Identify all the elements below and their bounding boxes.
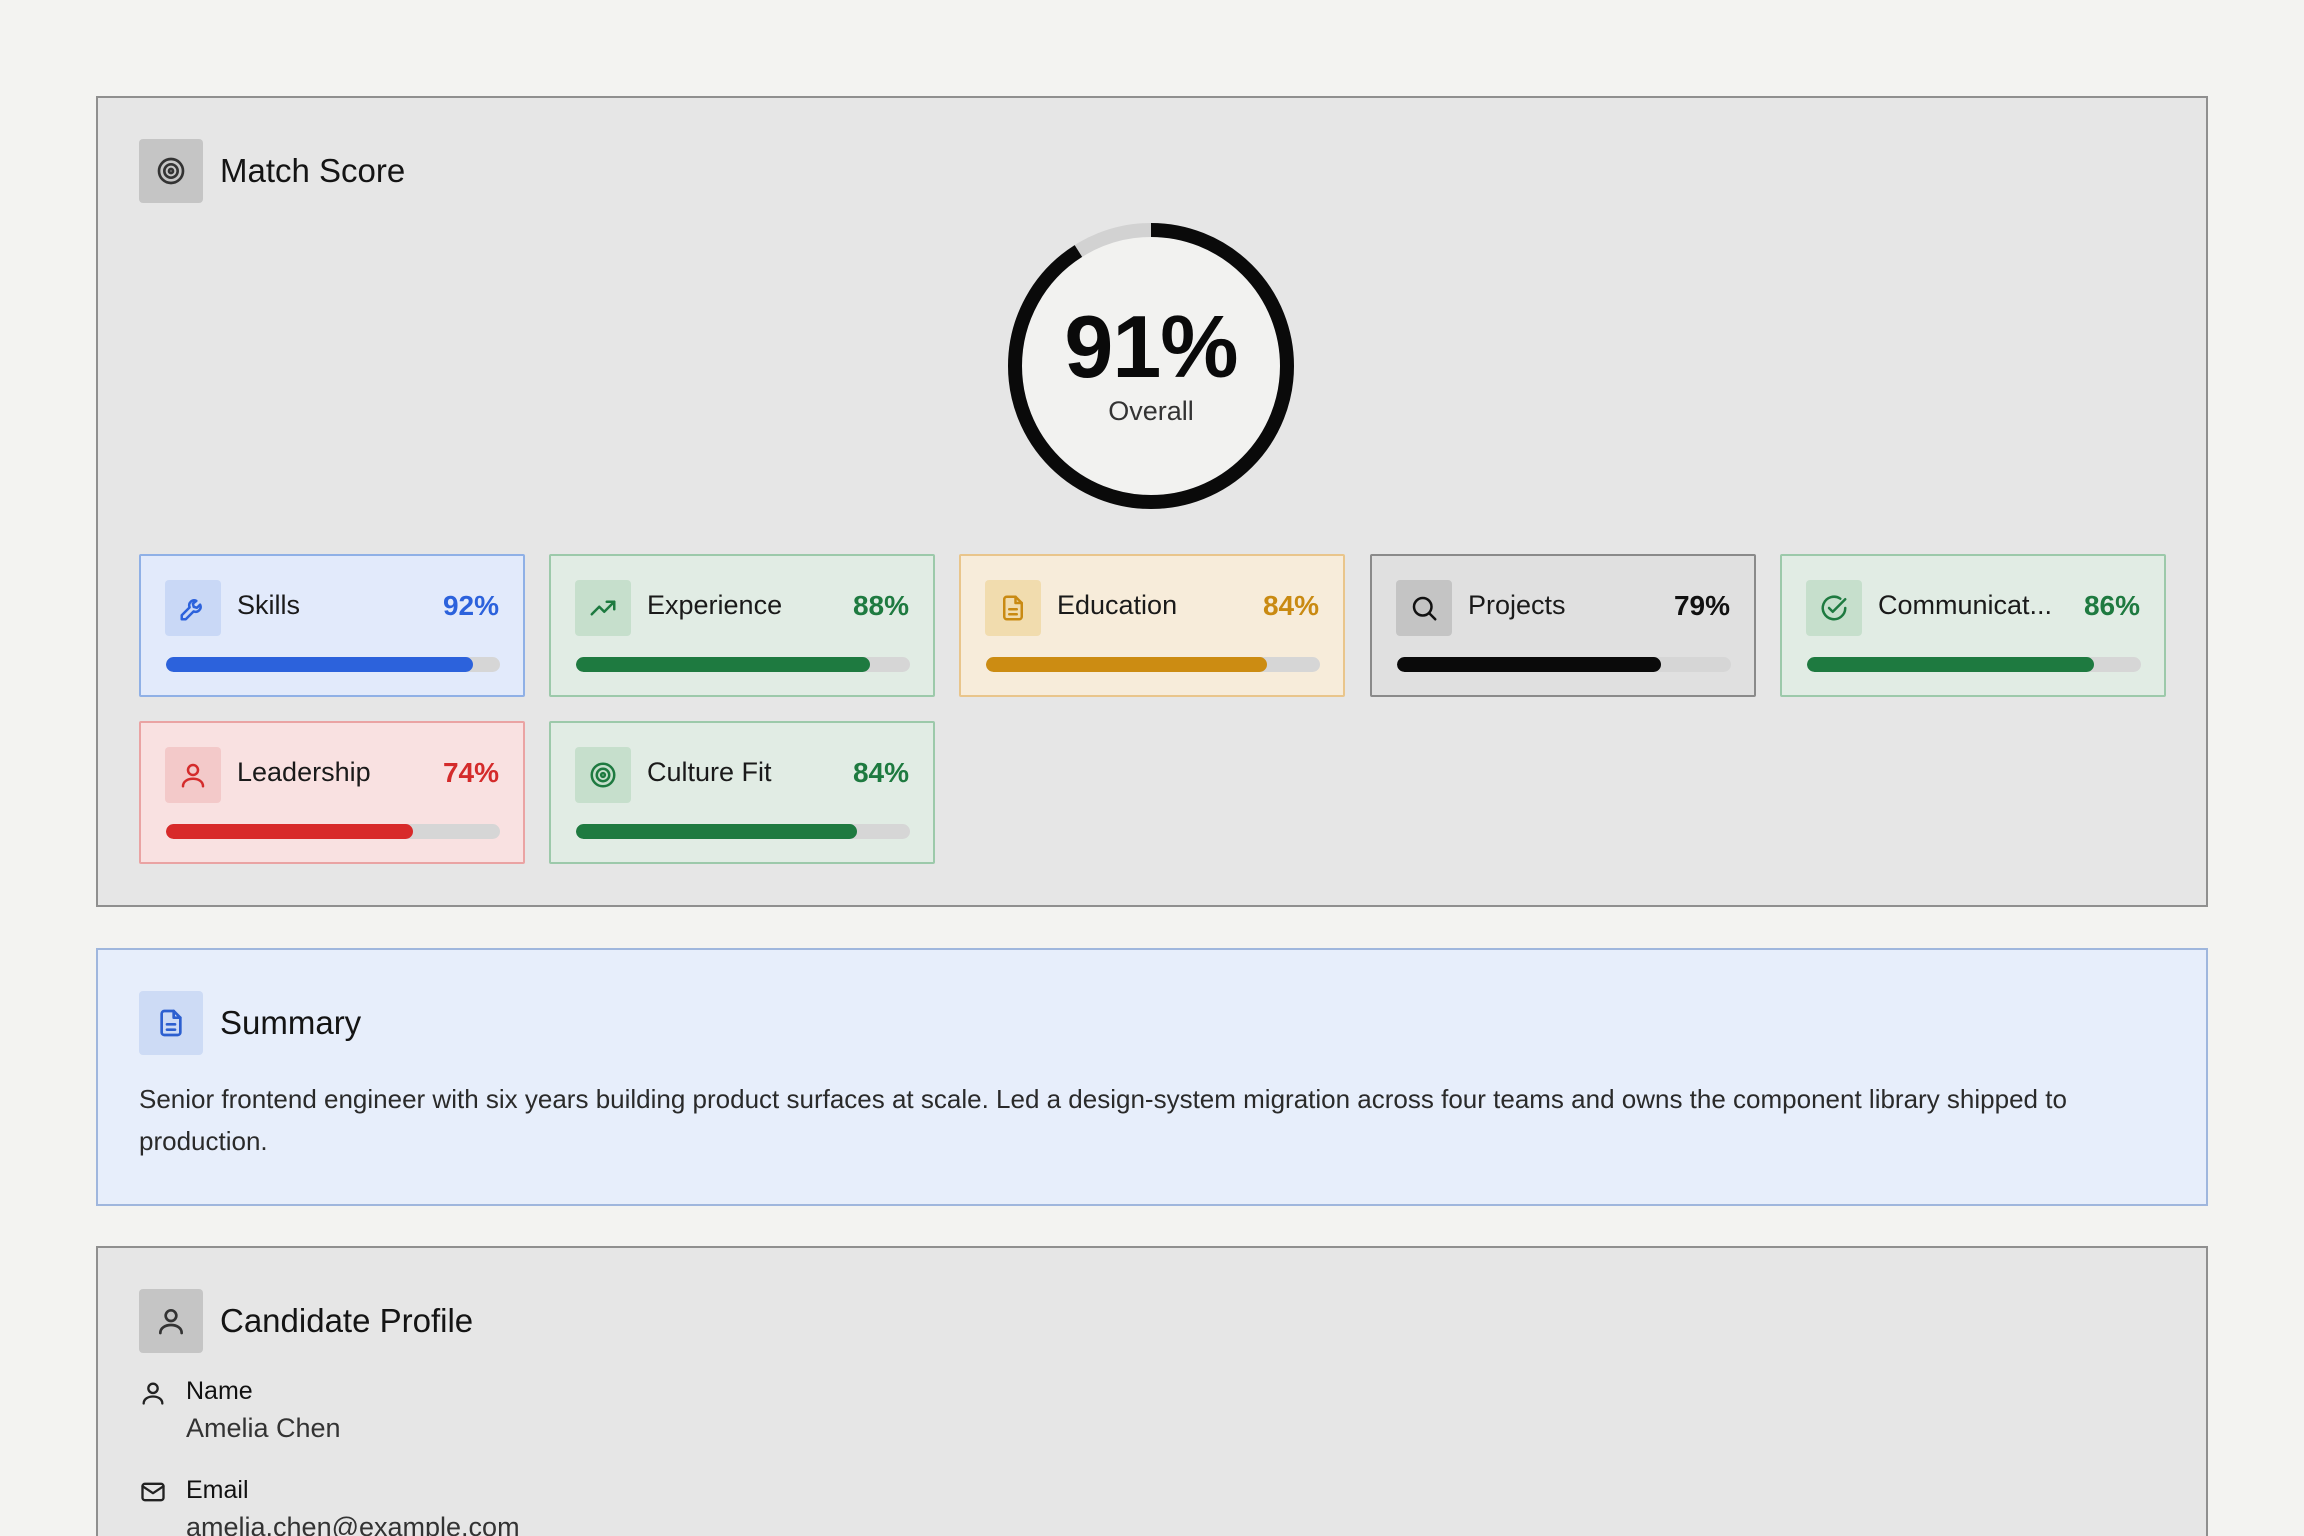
user-icon: [165, 747, 221, 803]
match-score-header: Match Score: [139, 139, 405, 203]
metric-tile-education[interactable]: Education 84%: [959, 554, 1345, 697]
target-icon: [139, 139, 203, 203]
document-icon: [139, 991, 203, 1055]
user-icon: [139, 1289, 203, 1353]
overall-score-label: Overall: [1108, 396, 1194, 426]
overall-score-ring: 91% Overall: [1007, 222, 1295, 510]
metric-progress-track: [166, 824, 500, 839]
summary-title: Summary: [220, 1004, 362, 1041]
metric-progress-track: [986, 657, 1320, 672]
metric-tile-communication[interactable]: Communicat... 86%: [1780, 554, 2166, 697]
field-value: Amelia Chen: [186, 1413, 341, 1443]
search-icon: [1396, 580, 1452, 636]
metric-label: Education: [1057, 590, 1178, 620]
metric-label: Culture Fit: [647, 757, 772, 787]
summary-card: Summary Senior frontend engineer with si…: [96, 948, 2208, 1206]
metric-value: 92%: [442, 590, 499, 621]
match-score-card: Match Score 91% Overall Skills 92% Exper…: [96, 96, 2208, 907]
metric-value: 88%: [852, 590, 909, 621]
field-label: Email: [186, 1476, 249, 1504]
metric-value: 84%: [852, 757, 909, 788]
mail-icon: [139, 1478, 167, 1506]
candidate-profile-header: Candidate Profile: [139, 1289, 473, 1353]
match-score-title: Match Score: [220, 152, 406, 189]
metric-label: Communicat...: [1878, 590, 2053, 620]
metric-tile-culture-fit[interactable]: Culture Fit 84%: [549, 721, 935, 864]
metric-value: 74%: [442, 757, 499, 788]
metric-value: 86%: [2083, 590, 2140, 621]
metric-label: Experience: [647, 590, 783, 620]
metric-tile-experience[interactable]: Experience 88%: [549, 554, 935, 697]
metric-progress-fill: [576, 824, 857, 839]
metric-progress-fill: [1807, 657, 2095, 672]
trending-up-icon: [575, 580, 631, 636]
candidate-profile-card: Candidate Profile Name Amelia Chen Email…: [96, 1246, 2208, 1536]
metric-value: 79%: [1673, 590, 1730, 621]
metric-progress-track: [576, 657, 910, 672]
document-icon: [985, 580, 1041, 636]
metric-label: Skills: [237, 590, 301, 620]
metric-progress-track: [576, 824, 910, 839]
user-icon: [139, 1379, 167, 1407]
metric-progress-fill: [986, 657, 1267, 672]
metric-progress-track: [1807, 657, 2141, 672]
summary-text: Senior frontend engineer with six years …: [139, 1084, 2067, 1156]
summary-header: Summary: [139, 991, 361, 1055]
metric-progress-fill: [1397, 657, 1661, 672]
metric-progress-track: [1397, 657, 1731, 672]
wrench-icon: [165, 580, 221, 636]
overall-score-value: 91%: [1064, 297, 1238, 396]
target-icon: [575, 747, 631, 803]
check-circle-icon: [1806, 580, 1862, 636]
field-label: Name: [186, 1377, 253, 1405]
metric-progress-fill: [166, 824, 414, 839]
candidate-profile-title: Candidate Profile: [220, 1302, 474, 1339]
metric-progress-track: [166, 657, 500, 672]
metric-tile-leadership[interactable]: Leadership 74%: [139, 721, 525, 864]
metric-tile-skills[interactable]: Skills 92%: [139, 554, 525, 697]
metric-label: Projects: [1468, 590, 1566, 620]
page: Match Score 91% Overall Skills 92% Exper…: [0, 0, 2304, 1536]
metric-value: 84%: [1262, 590, 1319, 621]
metric-progress-fill: [576, 657, 870, 672]
metric-progress-fill: [166, 657, 474, 672]
metric-label: Leadership: [237, 757, 371, 787]
field-value[interactable]: amelia.chen@example.com: [186, 1512, 520, 1536]
metric-tile-projects[interactable]: Projects 79%: [1370, 554, 1756, 697]
